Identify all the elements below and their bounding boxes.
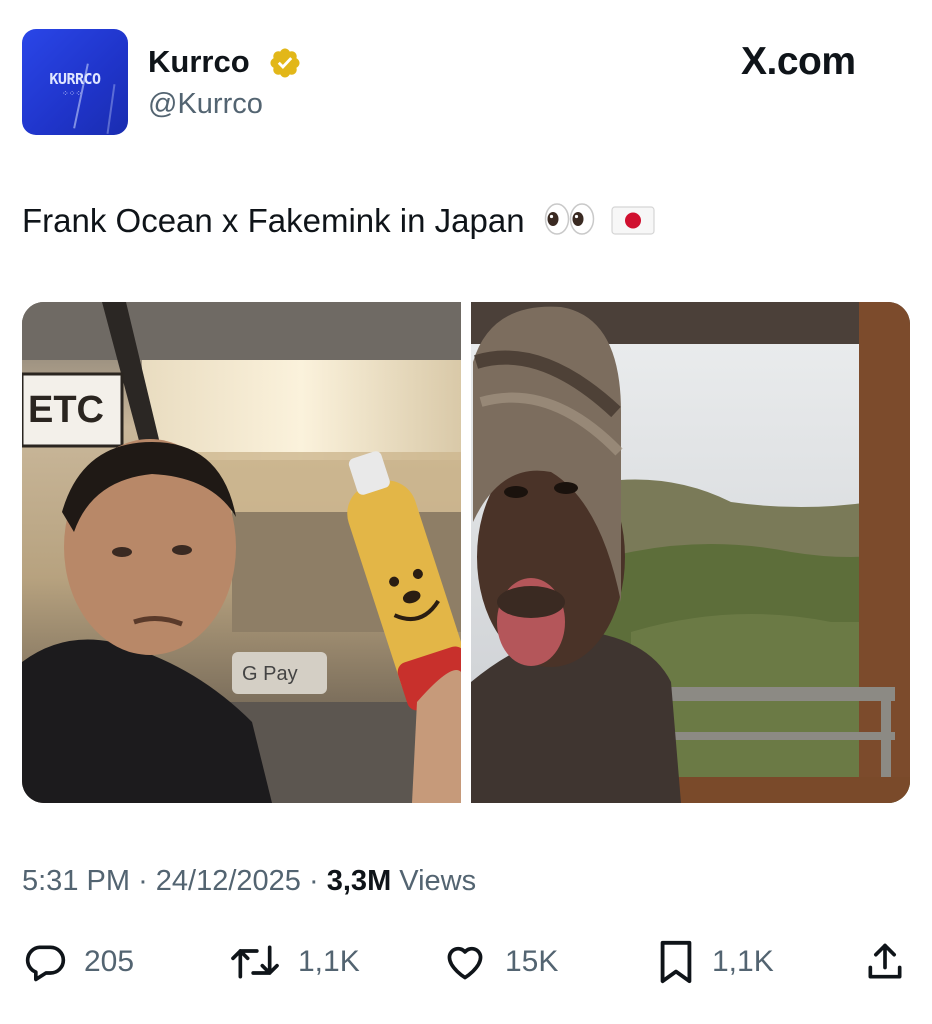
sign-gpay: G Pay <box>242 663 298 685</box>
eyes-emoji-icon <box>544 203 594 235</box>
tweet-meta: 5:31 PM · 24/12/2025 · 3,3M Views <box>22 861 476 901</box>
bookmark-count: 1,1K <box>712 945 774 978</box>
tweet-media[interactable]: ETC G Pay <box>22 302 910 803</box>
photo-right[interactable] <box>471 302 910 803</box>
source-label: X.com <box>741 40 856 83</box>
sign-etc: ETC <box>28 389 104 431</box>
tweet-time[interactable]: 5:31 PM <box>22 865 130 897</box>
views-count: 3,3M <box>326 865 392 897</box>
like-count: 15K <box>505 945 559 978</box>
photo-right-illustration <box>471 302 910 803</box>
photo-left-illustration: ETC G Pay <box>22 302 461 803</box>
bookmark-icon <box>660 940 692 984</box>
japan-flag-emoji-icon <box>611 206 655 235</box>
views-label: Views <box>399 865 477 897</box>
reply-count: 205 <box>84 945 135 978</box>
repost-count: 1,1K <box>298 945 360 978</box>
avatar[interactable]: KURRCO ⁘⁘⁘ <box>22 29 128 135</box>
author-handle[interactable]: @Kurrco <box>148 86 263 122</box>
tweet-date[interactable]: 24/12/2025 <box>156 865 301 897</box>
share-icon <box>868 943 902 979</box>
repost-icon <box>231 945 279 979</box>
share-button[interactable] <box>862 940 908 984</box>
tweet-body: Frank Ocean x Fakemink in Japan <box>22 202 525 239</box>
author-name[interactable]: Kurrco <box>148 44 250 80</box>
meta-separator: · <box>138 865 148 897</box>
repost-button[interactable]: 1,1K <box>228 940 360 984</box>
like-button[interactable]: 15K <box>441 940 558 984</box>
reply-button[interactable]: 205 <box>22 940 134 984</box>
avatar-scratch <box>106 84 116 134</box>
verified-badge-icon <box>270 48 300 78</box>
bookmark-button[interactable]: 1,1K <box>656 940 774 984</box>
tweet-text: Frank Ocean x Fakemink in Japan <box>22 199 655 243</box>
photo-left[interactable]: ETC G Pay <box>22 302 461 803</box>
heart-icon <box>447 946 483 980</box>
avatar-logo-text: KURRCO <box>49 70 101 88</box>
meta-separator: · <box>309 865 319 897</box>
reply-icon <box>25 945 66 982</box>
